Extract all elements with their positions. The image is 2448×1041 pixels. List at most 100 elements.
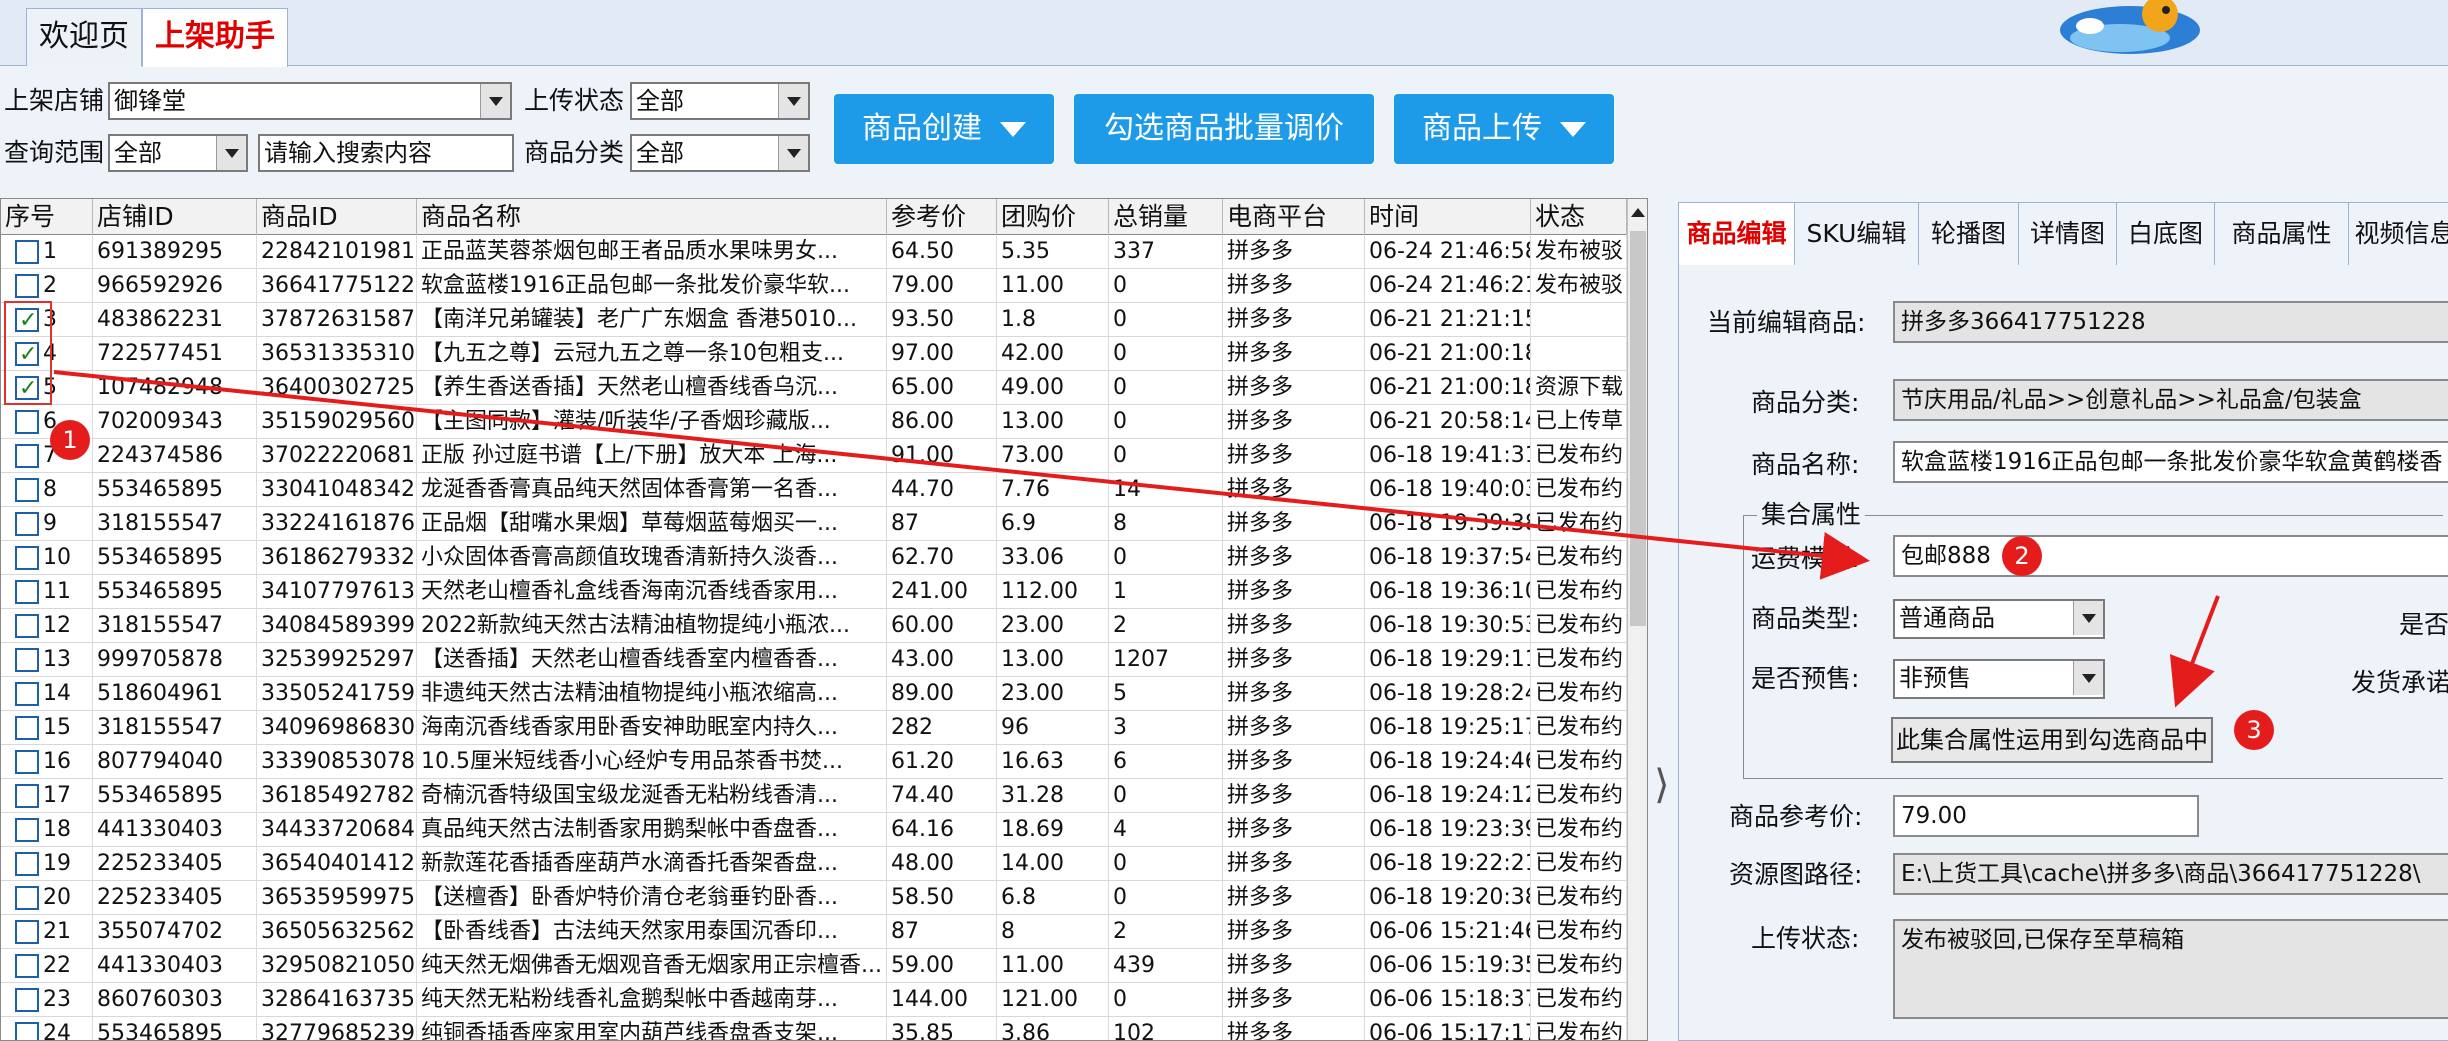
table-row[interactable]: 22 441330403 329508210509 纯天然无烟佛香无烟观音香无烟家用正…	[1, 949, 1627, 983]
table-row[interactable]: 5107482948364003027251【养生香送香插】天然老山檀香线香乌沉…	[1, 371, 1627, 405]
row-checkbox[interactable]	[15, 818, 39, 842]
row-checkbox[interactable]	[15, 886, 39, 910]
upload-status-select[interactable]: 全部	[630, 82, 810, 120]
upload-product-button[interactable]: 商品上传	[1394, 94, 1614, 164]
table-row[interactable]: 11 553465895 341077976139 天然老山檀香礼盒线香海南沉香线香家…	[1, 575, 1627, 609]
row-checkbox[interactable]	[15, 750, 39, 774]
col-header-sales[interactable]: 总销量	[1109, 199, 1223, 235]
row-checkbox[interactable]	[15, 716, 39, 740]
cell-group-price: 8	[997, 915, 1109, 949]
chevron-down-icon[interactable]	[778, 136, 808, 170]
row-checkbox[interactable]	[15, 682, 39, 706]
tab-video-info[interactable]: 视频信息	[2349, 203, 2448, 265]
product-type-select[interactable]: 普通商品	[1893, 599, 2105, 639]
tab-product-edit[interactable]: 商品编辑	[1679, 203, 1795, 265]
row-checkbox[interactable]	[15, 580, 39, 604]
col-header-group-price[interactable]: 团购价	[997, 199, 1109, 235]
table-row[interactable]: 1 691389295 228421019810 正品蓝芙蓉茶烟包邮王者品质水果味男女…	[1, 235, 1627, 269]
tab-white-images[interactable]: 白底图	[2117, 203, 2215, 265]
table-row[interactable]: 23 860760303 328641637359 纯天然无粘粉线香礼盒鹅梨帐中香越南…	[1, 983, 1627, 1017]
col-header-name[interactable]: 商品名称	[417, 199, 887, 235]
chevron-down-icon[interactable]	[2073, 601, 2103, 635]
table-row[interactable]: 2 966592926 366417751228 软盒蓝楼1916正品包邮一条批发价豪…	[1, 269, 1627, 303]
batch-price-button[interactable]: 勾选商品批量调价	[1074, 94, 1374, 164]
tab-detail-images[interactable]: 详情图	[2019, 203, 2117, 265]
table-row[interactable]: 21 355074702 365056325627 【卧香线香】古法纯天然家用泰国沉香…	[1, 915, 1627, 949]
col-header-no[interactable]: 序号	[1, 199, 93, 235]
cell-platform: 拼多多	[1223, 677, 1365, 711]
table-row[interactable]: 17 553465895 361854927826 奇楠沉香特级国宝级龙涎香无粘粉线香…	[1, 779, 1627, 813]
scope-select[interactable]: 全部	[108, 134, 248, 172]
ref-price-input[interactable]: 79.00	[1893, 795, 2199, 837]
row-checkbox[interactable]	[15, 444, 39, 468]
table-row[interactable]: 19 225233405 365404014129 新款莲花香插香座葫芦水滴香托香架香…	[1, 847, 1627, 881]
tab-listing-assistant[interactable]: 上架助手	[142, 8, 288, 67]
grid-scrollbar[interactable]	[1627, 199, 1647, 1040]
table-row[interactable]: 8 553465895 330410483422 龙涎香香膏真品纯天然固体香膏第一名香…	[1, 473, 1627, 507]
row-checkbox[interactable]	[15, 1022, 39, 1040]
table-row[interactable]: 10 553465895 361862793323 小众固体香膏高颜值玫瑰香清新持久淡…	[1, 541, 1627, 575]
row-checkbox[interactable]	[15, 920, 39, 944]
product-category-field[interactable]: 节庆用品/礼品>>创意礼品>>礼品盒/包装盒	[1893, 379, 2448, 421]
row-checkbox[interactable]	[15, 240, 39, 264]
current-product-field: 拼多多366417751228	[1893, 301, 2448, 343]
scope-select-value: 全部	[114, 139, 162, 167]
annotation-marker-2: 2	[2002, 536, 2042, 576]
row-checkbox[interactable]	[15, 988, 39, 1012]
presale-select[interactable]: 非预售	[1893, 659, 2105, 699]
cell-ref-price: 144.00	[887, 983, 997, 1017]
col-header-platform[interactable]: 电商平台	[1223, 199, 1365, 235]
cell-product-name: 【送香插】天然老山檀香线香室内檀香香...	[417, 643, 887, 677]
chevron-down-icon[interactable]	[216, 136, 246, 170]
row-checkbox[interactable]	[15, 478, 39, 502]
table-row[interactable]: 3483862231378726315872【南洋兄弟罐装】老广广东烟盒 香港5…	[1, 303, 1627, 337]
row-checkbox[interactable]	[15, 648, 39, 672]
table-row[interactable]: 7 224374586 370222206813 正版 孙过庭书谱【上/下册】放大本 …	[1, 439, 1627, 473]
row-checkbox[interactable]	[15, 546, 39, 570]
scrollbar-thumb[interactable]	[1630, 231, 1646, 626]
cell-no: 8	[1, 473, 93, 507]
row-checkbox[interactable]	[15, 784, 39, 808]
col-header-time[interactable]: 时间	[1365, 199, 1531, 235]
chevron-down-icon[interactable]	[480, 84, 510, 118]
apply-group-attributes-button[interactable]: 此集合属性运用到勾选商品中	[1891, 717, 2213, 763]
table-row[interactable]: 12 318155547 340845893993 2022新款纯天然古法精油植物提纯…	[1, 609, 1627, 643]
create-product-button[interactable]: 商品创建	[834, 94, 1054, 164]
row-checkbox[interactable]	[15, 410, 39, 434]
table-row[interactable]: 13 999705878 325399252976 【送香插】天然老山檀香线香室内檀香…	[1, 643, 1627, 677]
category-select[interactable]: 全部	[630, 134, 810, 172]
chevron-down-icon[interactable]	[778, 84, 808, 118]
table-row[interactable]: 14 518604961 335052417598 非遗纯天然古法精油植物提纯小瓶浓缩…	[1, 677, 1627, 711]
table-row[interactable]: 15 318155547 340969868302 海南沉香线香家用卧香安神助眠室内持…	[1, 711, 1627, 745]
row-checkbox[interactable]	[15, 614, 39, 638]
shop-select[interactable]: 御锋堂	[108, 82, 512, 120]
panel-splitter-icon[interactable]: ⟩	[1654, 760, 1674, 810]
tab-welcome[interactable]: 欢迎页	[26, 8, 142, 66]
caret-down-icon	[1560, 122, 1586, 137]
row-checkbox[interactable]	[15, 852, 39, 876]
tab-sku-edit[interactable]: SKU编辑	[1795, 203, 1919, 265]
search-input[interactable]: 请输入搜索内容	[258, 134, 514, 172]
table-row[interactable]: 20 225233405 365359599756 【送檀香】卧香炉特价清仓老翁垂钓卧…	[1, 881, 1627, 915]
row-checkbox[interactable]	[15, 512, 39, 536]
col-header-ref-price[interactable]: 参考价	[887, 199, 997, 235]
cell-item-id: 340845893993	[257, 609, 417, 643]
table-row[interactable]: 16 807794040 333908530787 10.5厘米短线香小心经炉专用品茶…	[1, 745, 1627, 779]
table-row[interactable]: 18 441330403 344337206843 真品纯天然古法制香家用鹅梨帐中香盘…	[1, 813, 1627, 847]
scroll-up-icon[interactable]	[1628, 199, 1647, 229]
table-row[interactable]: 6 702009343 351590295606 【主图同款】灌装/听装华/子香烟珍藏…	[1, 405, 1627, 439]
row-checkbox[interactable]	[15, 954, 39, 978]
table-row[interactable]: 4722577451365313353106【九五之尊】云冠九五之尊一条10包粗…	[1, 337, 1627, 371]
col-header-status[interactable]: 状态	[1531, 199, 1627, 235]
table-row[interactable]: 24 553465895 327796852397 纯铜香插香座家用室内葫芦线香盘香支…	[1, 1017, 1627, 1040]
row-checkbox[interactable]	[15, 274, 39, 298]
chevron-down-icon[interactable]	[2073, 661, 2103, 695]
col-header-shop-id[interactable]: 店铺ID	[93, 199, 257, 235]
cell-group-price: 121.00	[997, 983, 1109, 1017]
col-header-item-id[interactable]: 商品ID	[257, 199, 417, 235]
tab-product-attributes[interactable]: 商品属性	[2215, 203, 2349, 265]
product-name-input[interactable]: 软盒蓝楼1916正品包邮一条批发价豪华软盒黄鹤楼香	[1893, 441, 2448, 483]
table-row[interactable]: 9 318155547 332241618767 正品烟【甜嘴水果烟】草莓烟蓝莓烟买一…	[1, 507, 1627, 541]
shipping-template-input[interactable]: 包邮888	[1893, 535, 2448, 577]
tab-carousel[interactable]: 轮播图	[1919, 203, 2019, 265]
